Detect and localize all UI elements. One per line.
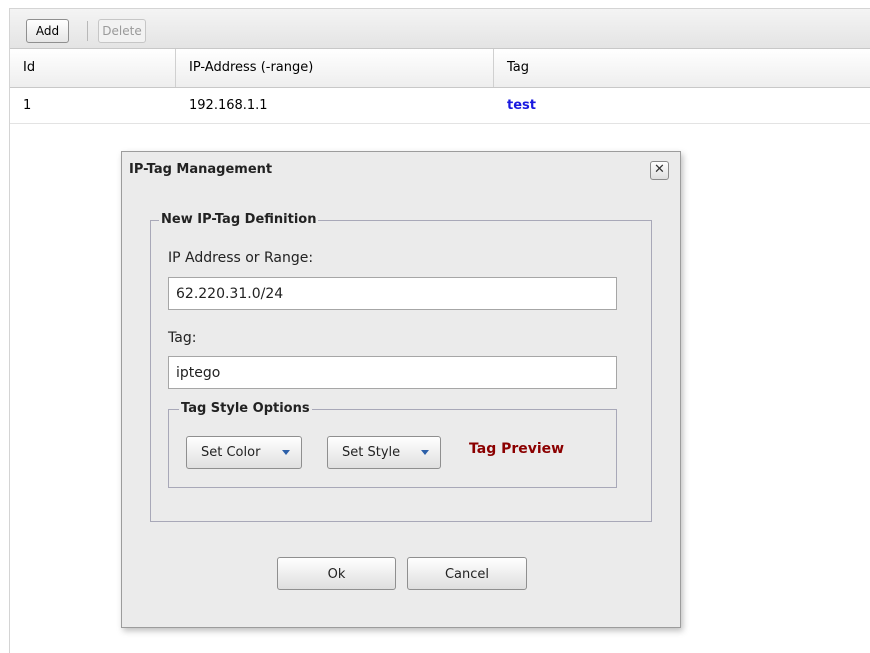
new-ip-tag-fieldset: New IP-Tag Definition IP Address or Rang… [150, 212, 652, 522]
chevron-down-icon [282, 450, 290, 455]
toolbar-separator [87, 21, 88, 41]
tag-preview: Tag Preview [469, 441, 565, 457]
close-icon[interactable]: ✕ [650, 161, 669, 180]
tag-input[interactable] [168, 356, 617, 389]
table-row[interactable]: 1 192.168.1.1 test [10, 88, 870, 124]
fieldset-legend: New IP-Tag Definition [159, 212, 319, 228]
cell-id: 1 [23, 98, 32, 113]
ip-address-input[interactable] [168, 277, 617, 310]
ip-address-label: IP Address or Range: [168, 250, 314, 266]
set-color-button[interactable]: Set Color [186, 436, 302, 469]
chevron-down-icon [421, 450, 429, 455]
cell-tag: test [507, 98, 536, 113]
set-style-label: Set Style [342, 445, 401, 460]
cancel-button[interactable]: Cancel [407, 557, 527, 590]
toolbar: Add Delete [10, 8, 870, 49]
column-header-id[interactable]: Id [10, 49, 176, 87]
column-header-ip-address[interactable]: IP-Address (-range) [176, 49, 494, 87]
cell-ip-address: 192.168.1.1 [189, 98, 268, 113]
tag-label: Tag: [168, 330, 197, 346]
add-button[interactable]: Add [26, 19, 69, 43]
ok-button[interactable]: Ok [277, 557, 396, 590]
ip-tag-dialog: IP-Tag Management ✕ New IP-Tag Definitio… [121, 151, 681, 628]
tag-style-legend: Tag Style Options [179, 401, 312, 417]
column-header-tag[interactable]: Tag [494, 49, 870, 87]
dialog-title[interactable]: IP-Tag Management [122, 152, 680, 188]
set-style-button[interactable]: Set Style [327, 436, 441, 469]
set-color-label: Set Color [201, 445, 261, 460]
delete-button[interactable]: Delete [98, 19, 146, 43]
table-header: Id IP-Address (-range) Tag [10, 49, 870, 88]
tag-style-options-fieldset: Tag Style Options Set Color Set Style Ta… [168, 401, 617, 488]
